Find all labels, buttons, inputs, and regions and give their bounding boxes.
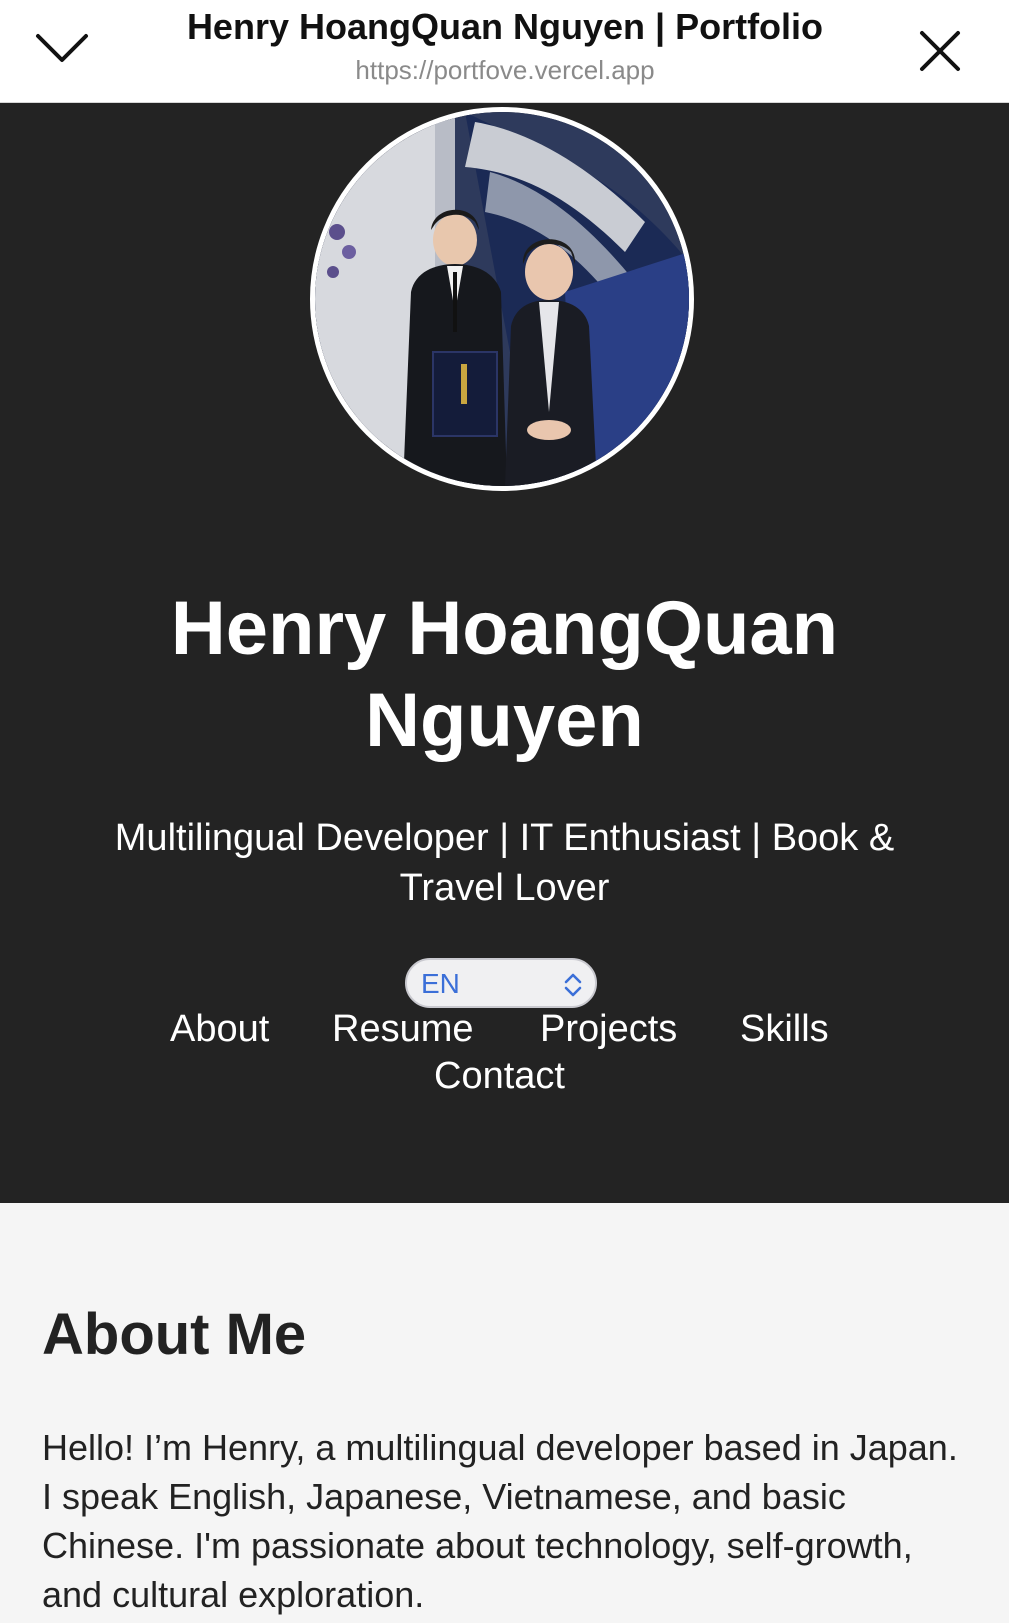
page-title: Henry HoangQuan Nguyen | Portfolio: [186, 6, 824, 47]
profile-tagline: Multilingual Developer | IT Enthusiast |…: [114, 817, 895, 909]
nav-link-contact[interactable]: Contact: [434, 1055, 565, 1098]
nav-link-resume[interactable]: Resume: [332, 1008, 474, 1051]
browser-top-bar: Henry HoangQuan Nguyen | Portfolio https…: [0, 0, 1009, 103]
hero-section: Henry HoangQuan Nguyen Multilingual Deve…: [0, 103, 1009, 1203]
nav-link-about[interactable]: About: [170, 1008, 269, 1051]
nav-link-projects[interactable]: Projects: [540, 1008, 677, 1051]
language-select[interactable]: EN: [405, 958, 597, 1008]
about-text: Hello! I’m Henry, a multilingual develop…: [42, 1427, 958, 1615]
about-section: About Me Hello! I’m Henry, a multilingua…: [0, 1203, 1009, 1623]
close-icon[interactable]: [916, 27, 964, 75]
about-heading: About Me: [42, 1302, 307, 1367]
chevron-up-down-icon: [564, 973, 582, 997]
nav-link-skills[interactable]: Skills: [740, 1008, 829, 1051]
language-select-value: EN: [421, 968, 460, 999]
profile-photo: [310, 107, 694, 491]
profile-name: Henry HoangQuan Nguyen: [170, 586, 839, 763]
chevron-down-icon[interactable]: [34, 28, 90, 68]
page-url[interactable]: https://portfove.vercel.app: [120, 55, 890, 86]
